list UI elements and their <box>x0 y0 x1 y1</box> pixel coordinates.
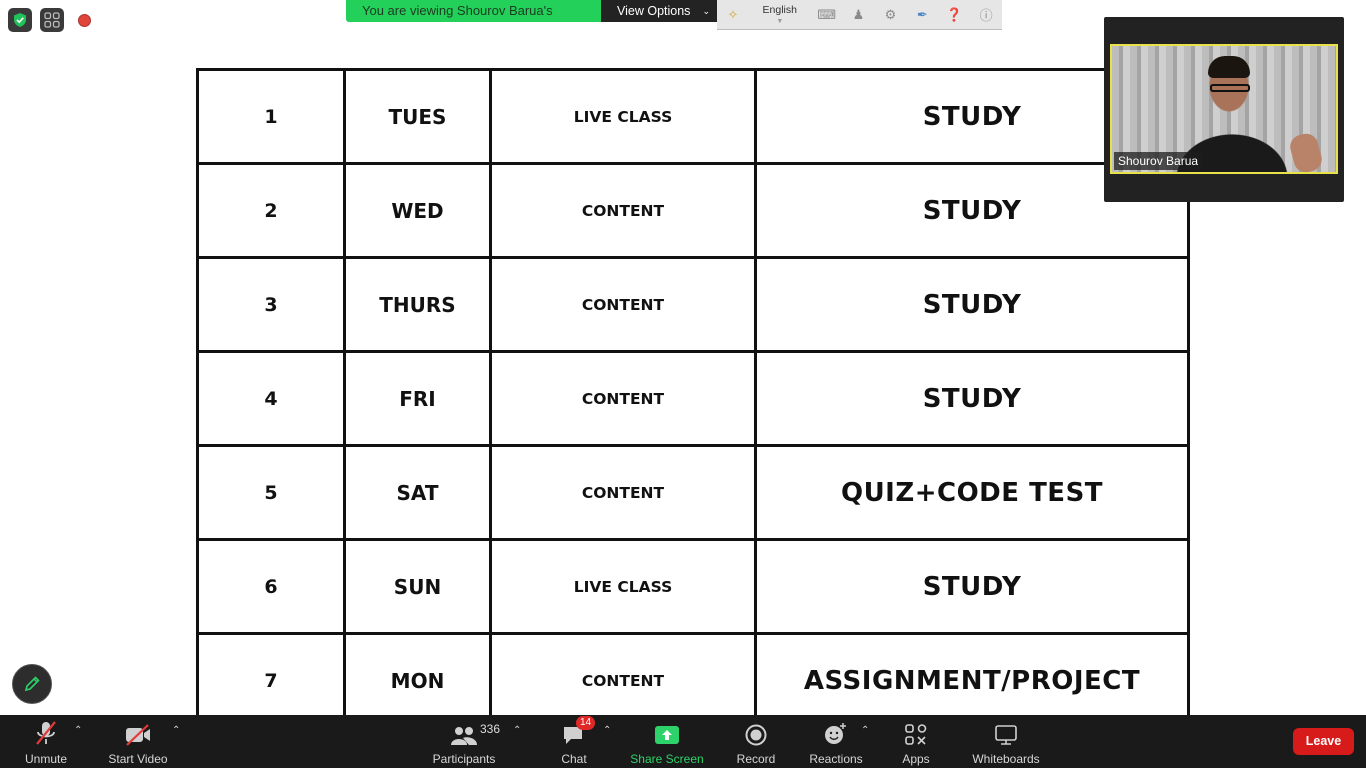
smiley-plus-icon <box>824 720 848 746</box>
share-screen-button[interactable]: Share Screen <box>627 720 707 766</box>
reactions-label: Reactions <box>809 752 863 766</box>
security-shield-icon[interactable] <box>8 8 32 32</box>
chat-caret-icon[interactable]: ⌃ <box>603 725 611 736</box>
table-row: 1 TUES LIVE CLASS STUDY <box>196 68 1190 165</box>
day-number-cell: 2 <box>196 162 346 259</box>
participants-caret-icon[interactable]: ⌃ <box>513 725 521 736</box>
record-icon <box>745 720 767 746</box>
chevron-down-icon: ⌄ <box>702 6 710 16</box>
chat-label: Chat <box>561 752 587 766</box>
record-button[interactable]: Record <box>716 720 796 766</box>
activity-cell: STUDY <box>754 538 1190 635</box>
table-row: 3 THURS CONTENT STUDY <box>196 256 1190 353</box>
whiteboards-label: Whiteboards <box>972 752 1040 766</box>
info-icon[interactable]: ⓘ <box>970 0 1002 29</box>
record-label: Record <box>736 752 776 766</box>
schedule-table: 1 TUES LIVE CLASS STUDY 2 WED CONTENT ST… <box>196 68 1190 729</box>
video-panel[interactable]: Shourov Barua <box>1104 17 1344 202</box>
chat-icon: 14 <box>562 716 596 746</box>
figure-icon[interactable]: ♟ <box>843 0 875 29</box>
video-hair-shape <box>1208 56 1250 78</box>
table-row: 6 SUN LIVE CLASS STUDY <box>196 538 1190 635</box>
audio-options-caret-icon[interactable]: ⌃ <box>74 725 82 736</box>
table-row: 7 MON CONTENT ASSIGNMENT/PROJECT <box>196 632 1190 729</box>
day-number-cell: 1 <box>196 68 346 165</box>
video-options-caret-icon[interactable]: ⌃ <box>172 725 180 736</box>
session-type-cell: CONTENT <box>489 632 757 729</box>
session-type-cell: LIVE CLASS <box>489 68 757 165</box>
apps-label: Apps <box>902 752 930 766</box>
session-type-cell: LIVE CLASS <box>489 538 757 635</box>
meeting-toolbar: Unmute ⌃ Start Video ⌃ 336 Participants … <box>0 715 1366 768</box>
help-icon[interactable]: ❓ <box>938 0 970 29</box>
participant-video[interactable]: Shourov Barua <box>1110 44 1338 174</box>
video-glasses-shape <box>1210 84 1250 92</box>
session-type-cell: CONTENT <box>489 444 757 541</box>
mic-muted-icon <box>33 720 59 746</box>
weekday-cell: SAT <box>343 444 492 541</box>
translation-toolbar: ✧ English ▼ ⌨ ♟ ⚙ ✒ ❓ ⓘ <box>717 0 1002 30</box>
day-number-cell: 6 <box>196 538 346 635</box>
weekday-cell: SUN <box>343 538 492 635</box>
session-type-cell: CONTENT <box>489 256 757 353</box>
table-row: 4 FRI CONTENT STUDY <box>196 350 1190 447</box>
day-number-cell: 3 <box>196 256 346 353</box>
weekday-cell: TUES <box>343 68 492 165</box>
feather-icon[interactable]: ✒ <box>906 0 938 29</box>
weekday-cell: WED <box>343 162 492 259</box>
translate-icon[interactable]: ✧ <box>717 0 749 29</box>
apps-button[interactable]: Apps <box>876 720 956 766</box>
day-number-cell: 5 <box>196 444 346 541</box>
unmute-label: Unmute <box>24 752 68 766</box>
day-number-cell: 7 <box>196 632 346 729</box>
view-options-label: View Options <box>617 4 691 18</box>
share-screen-label: Share Screen <box>630 752 704 766</box>
caret-down-icon: ▼ <box>776 17 784 25</box>
view-options-button[interactable]: View Options ⌄ <box>601 0 722 22</box>
annotate-pen-button[interactable] <box>12 664 52 704</box>
day-number-cell: 4 <box>196 350 346 447</box>
chat-badge: 14 <box>576 716 596 730</box>
activity-cell: ASSIGNMENT/PROJECT <box>754 632 1190 729</box>
start-video-label: Start Video <box>108 752 168 766</box>
recording-indicator-icon <box>78 14 91 27</box>
whiteboards-button[interactable]: Whiteboards <box>966 720 1046 766</box>
viewing-text: You are viewing Shourov Barua's screen <box>346 0 601 22</box>
weekday-cell: MON <box>343 632 492 729</box>
activity-cell: STUDY <box>754 350 1190 447</box>
pencil-icon <box>24 676 40 692</box>
weekday-cell: FRI <box>343 350 492 447</box>
language-label: English <box>762 3 797 16</box>
participant-name-label: Shourov Barua <box>1114 152 1203 170</box>
participants-icon: 336 <box>450 720 500 746</box>
gallery-view-icon[interactable] <box>40 8 64 32</box>
leave-button[interactable]: Leave <box>1293 728 1354 755</box>
share-screen-icon <box>655 720 679 746</box>
participants-label: Participants <box>432 752 496 766</box>
video-off-icon <box>124 720 152 746</box>
session-type-cell: CONTENT <box>489 350 757 447</box>
language-select[interactable]: English ▼ <box>749 3 811 27</box>
apps-icon <box>905 720 927 746</box>
table-row: 2 WED CONTENT STUDY <box>196 162 1190 259</box>
keyboard-icon[interactable]: ⌨ <box>811 0 843 29</box>
table-row: 5 SAT CONTENT QUIZ+CODE TEST <box>196 444 1190 541</box>
screen-share-banner: You are viewing Shourov Barua's screen V… <box>346 0 722 22</box>
activity-cell: STUDY <box>754 256 1190 353</box>
activity-cell: QUIZ+CODE TEST <box>754 444 1190 541</box>
participants-count: 336 <box>480 722 501 736</box>
whiteboard-icon <box>995 720 1017 746</box>
chat-button[interactable]: 14 Chat <box>534 716 614 766</box>
settings-gear-icon[interactable]: ⚙ <box>874 0 906 29</box>
start-video-button[interactable]: Start Video <box>98 720 178 766</box>
video-hand-shape <box>1287 131 1325 172</box>
reactions-caret-icon[interactable]: ⌃ <box>861 725 869 736</box>
session-type-cell: CONTENT <box>489 162 757 259</box>
participants-button[interactable]: 336 Participants <box>424 720 504 766</box>
weekday-cell: THURS <box>343 256 492 353</box>
